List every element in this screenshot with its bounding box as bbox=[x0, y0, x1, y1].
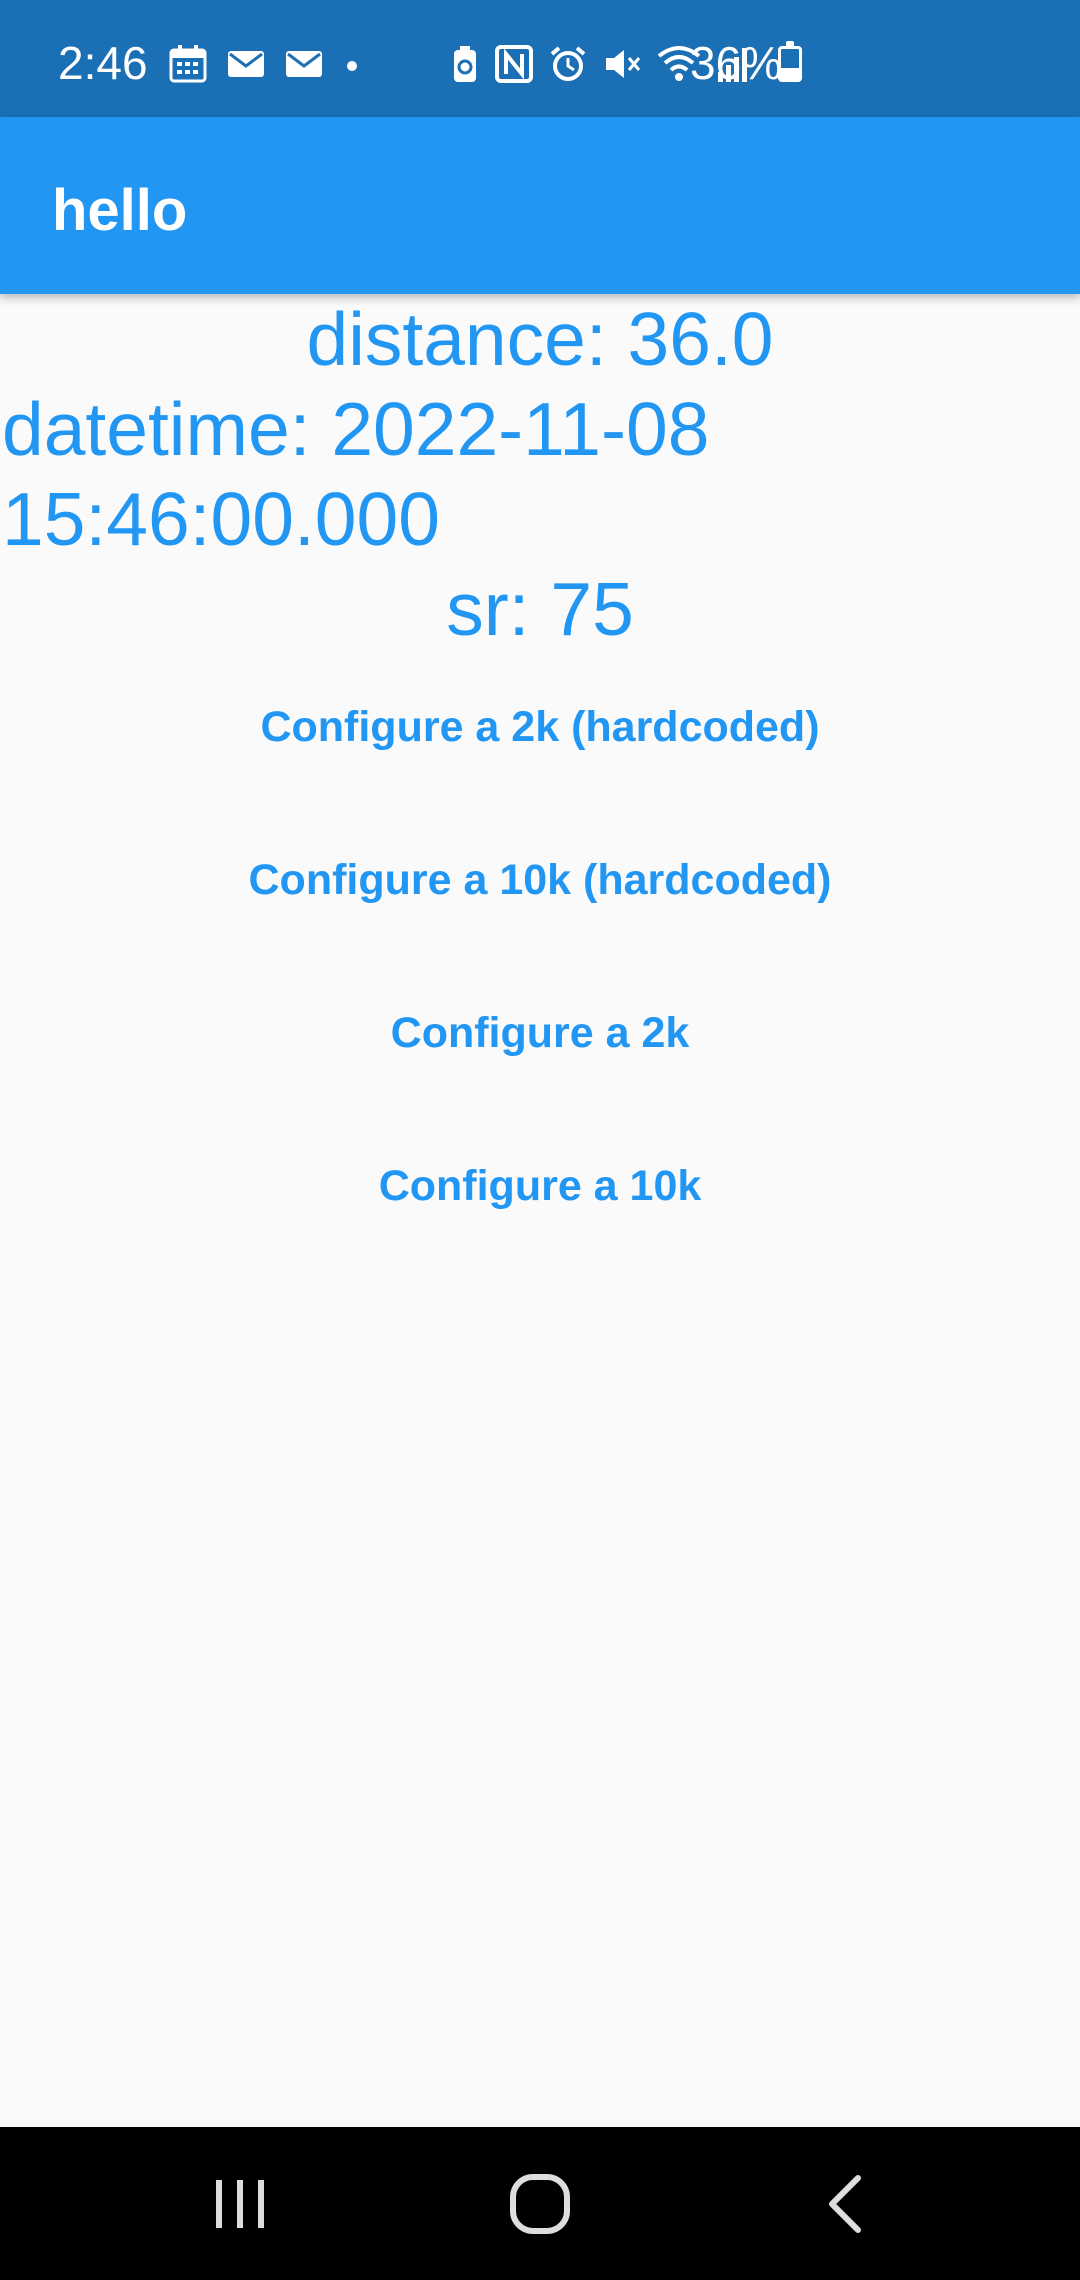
app-bar: hello bbox=[0, 117, 1080, 294]
dot-icon bbox=[347, 61, 357, 71]
mail-icon bbox=[286, 51, 322, 77]
mute-icon bbox=[606, 50, 641, 78]
datetime-text: datetime: 2022-11-08 15:46:00.000 bbox=[2, 387, 710, 561]
calendar-icon bbox=[169, 45, 207, 83]
mail-icon bbox=[228, 51, 264, 77]
app-title: hello bbox=[52, 178, 188, 243]
main-content: distance: 36.0 datetime: 2022-11-08 15:4… bbox=[0, 294, 1080, 654]
battery-icon bbox=[778, 41, 802, 82]
status-bar: 2:46 36% bbox=[0, 0, 1080, 117]
nfc-icon bbox=[495, 45, 533, 83]
configure-10k-button[interactable]: Configure a 10k bbox=[0, 1162, 1080, 1211]
back-icon[interactable] bbox=[820, 2172, 870, 2236]
configure-10k-hardcoded-button[interactable]: Configure a 10k (hardcoded) bbox=[0, 856, 1080, 905]
notification-icons bbox=[168, 44, 362, 84]
configure-2k-button[interactable]: Configure a 2k bbox=[0, 1009, 1080, 1058]
battery-level bbox=[781, 68, 799, 79]
configure-2k-hardcoded-button[interactable]: Configure a 2k (hardcoded) bbox=[0, 703, 1080, 752]
status-time: 2:46 bbox=[58, 37, 148, 89]
distance-text: distance: 36.0 bbox=[306, 297, 774, 381]
alarm-icon bbox=[550, 46, 586, 81]
home-icon[interactable] bbox=[508, 2172, 572, 2236]
navigation-bar bbox=[0, 2127, 1080, 2280]
sr-text: sr: 75 bbox=[446, 567, 634, 651]
battery-percentage: 36% bbox=[690, 37, 783, 89]
battery-saver-icon bbox=[454, 46, 476, 82]
recents-icon[interactable] bbox=[210, 2172, 270, 2236]
